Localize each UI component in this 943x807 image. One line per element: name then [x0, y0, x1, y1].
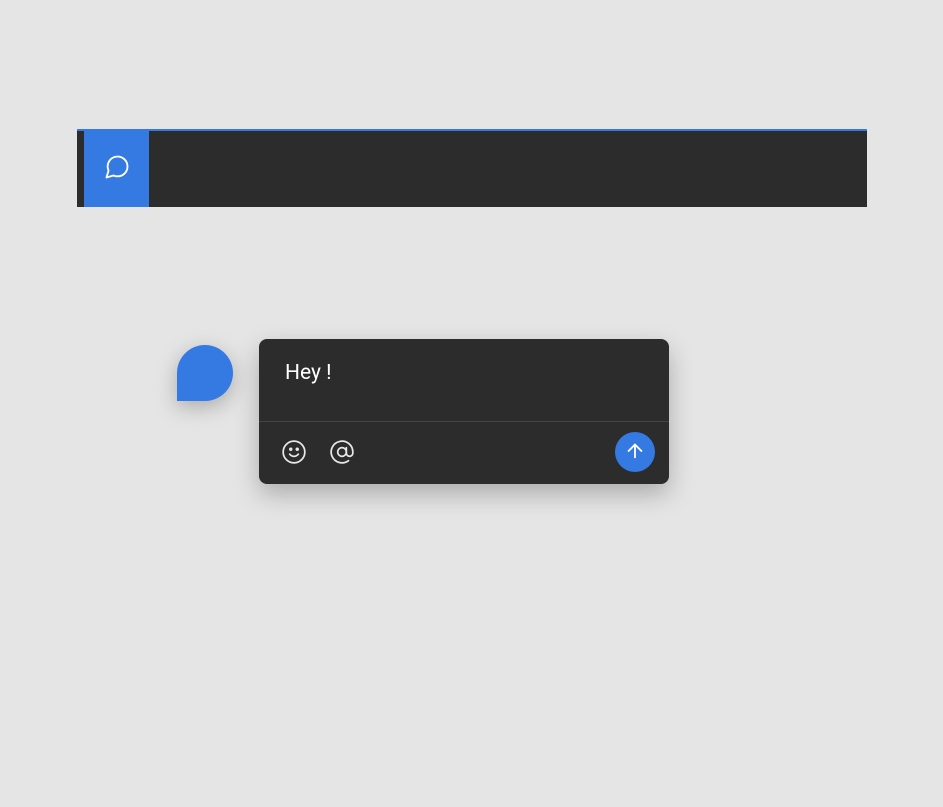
mention-icon[interactable]	[329, 439, 355, 465]
comment-input[interactable]: Hey !	[259, 339, 669, 421]
arrow-up-icon	[624, 440, 646, 465]
chat-icon	[103, 153, 131, 185]
speech-bubble-icon[interactable]	[177, 345, 233, 401]
comment-toolbar	[259, 421, 669, 484]
top-bar	[77, 129, 867, 207]
chat-tab[interactable]	[84, 131, 149, 207]
emoji-icon[interactable]	[281, 439, 307, 465]
comment-card: Hey !	[259, 339, 669, 484]
comment-popover: Hey !	[177, 339, 669, 484]
send-button[interactable]	[615, 432, 655, 472]
